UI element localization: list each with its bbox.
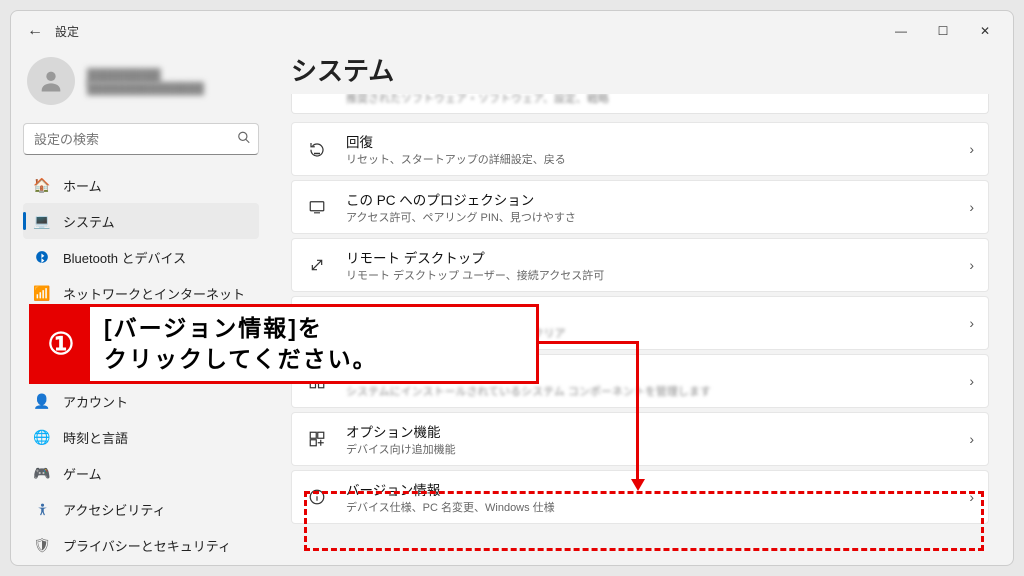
nav-icon: 💻: [33, 213, 51, 230]
row-title: バージョン情報: [346, 479, 555, 499]
settings-window: ← 設定 ― ☐ ✕ ████████ ███████████████: [10, 10, 1014, 566]
nav-label: ゲーム: [63, 464, 102, 483]
sidebar-item-10[interactable]: 🛡 プライバシーとセキュリティ: [23, 527, 259, 563]
chevron-right-icon: ›: [969, 141, 974, 157]
annotation-number: ①: [32, 307, 90, 381]
setting-row-optional[interactable]: オプション機能デバイス向け追加機能 ›: [291, 412, 989, 466]
nav-label: プライバシーとセキュリティ: [63, 536, 231, 555]
row-title: オプション機能: [346, 421, 456, 441]
window-controls: ― ☐ ✕: [881, 15, 1005, 47]
nav-label: ホーム: [63, 176, 102, 195]
chevron-right-icon: ›: [969, 315, 974, 331]
annotation-text: [バージョン情報]を クリックしてください。: [90, 307, 392, 381]
nav-label: Bluetooth とデバイス: [63, 248, 186, 267]
nav-icon: 🎮: [33, 465, 51, 482]
sidebar-item-6[interactable]: 👤 アカウント: [23, 383, 259, 419]
nav-icon: 👤: [33, 393, 51, 410]
nav-label: システム: [63, 212, 115, 231]
setting-row-cast[interactable]: この PC へのプロジェクションアクセス許可、ペアリング PIN、見つけやすさ ›: [291, 180, 989, 234]
nav-label: 時刻と言語: [63, 428, 128, 447]
nav-label: アカウント: [63, 392, 128, 411]
sidebar-item-1[interactable]: 💻 システム: [23, 203, 259, 239]
row-desc: アクセス許可、ペアリング PIN、見つけやすさ: [346, 209, 576, 225]
maximize-button[interactable]: ☐: [923, 15, 963, 47]
profile-email: ███████████████: [87, 83, 204, 95]
info-icon: [306, 488, 328, 506]
partial-desc: 推奨されたソフトウェア・ソフトウェア、設定、戦略: [346, 94, 609, 106]
sidebar-item-9[interactable]: アクセシビリティ: [23, 491, 259, 527]
profile-text: ████████ ███████████████: [87, 68, 204, 95]
close-button[interactable]: ✕: [965, 15, 1005, 47]
annotation-callout: ① [バージョン情報]を クリックしてください。: [29, 304, 539, 384]
nav-label: ネットワークとインターネット: [63, 284, 245, 303]
profile-block[interactable]: ████████ ███████████████: [23, 51, 259, 123]
search-wrap: [23, 123, 259, 155]
row-desc: システムにインストールされているシステム コンポーネントを管理します: [346, 383, 711, 399]
chevron-right-icon: ›: [969, 489, 974, 505]
page-title: システム: [291, 51, 989, 88]
sidebar-item-7[interactable]: 🌐 時刻と言語: [23, 419, 259, 455]
row-title: この PC へのプロジェクション: [346, 189, 576, 209]
nav-icon: 🏠: [33, 177, 51, 194]
optional-icon: [306, 430, 328, 448]
nav-icon: [33, 250, 51, 264]
row-title: リモート デスクトップ: [346, 247, 604, 267]
chevron-right-icon: ›: [969, 199, 974, 215]
nav-icon: 📶: [33, 285, 51, 302]
sidebar-item-8[interactable]: 🎮 ゲーム: [23, 455, 259, 491]
nav-icon: 🌐: [33, 429, 51, 446]
search-input[interactable]: [23, 123, 259, 155]
minimize-button[interactable]: ―: [881, 15, 921, 47]
sidebar-item-11[interactable]: 🔄Windows Update: [23, 563, 259, 565]
setting-row-recovery[interactable]: 回復リセット、スタートアップの詳細設定、戻る ›: [291, 122, 989, 176]
cast-icon: [306, 198, 328, 216]
nav-label: アクセシビリティ: [63, 500, 166, 519]
remote-icon: [306, 257, 328, 273]
row-title: 回復: [346, 131, 566, 151]
app-title: 設定: [55, 23, 79, 40]
sidebar-item-0[interactable]: 🏠 ホーム: [23, 167, 259, 203]
row-desc: リモート デスクトップ ユーザー、接続アクセス許可: [346, 267, 604, 283]
sidebar-item-2[interactable]: Bluetooth とデバイス: [23, 239, 259, 275]
recovery-icon: [306, 140, 328, 158]
avatar: [27, 57, 75, 105]
row-desc: リセット、スタートアップの詳細設定、戻る: [346, 151, 566, 167]
search-icon: [237, 131, 251, 148]
titlebar: ← 設定 ― ☐ ✕: [11, 11, 1013, 51]
nav-icon: [33, 502, 51, 517]
partial-previous-row[interactable]: 推奨されたソフトウェア・ソフトウェア、設定、戦略: [291, 94, 989, 114]
back-button[interactable]: ←: [19, 15, 51, 47]
nav-icon: 🛡: [33, 537, 51, 554]
profile-name: ████████: [87, 68, 204, 83]
chevron-right-icon: ›: [969, 373, 974, 389]
chevron-right-icon: ›: [969, 257, 974, 273]
chevron-right-icon: ›: [969, 431, 974, 447]
setting-row-remote[interactable]: リモート デスクトップリモート デスクトップ ユーザー、接続アクセス許可 ›: [291, 238, 989, 292]
setting-row-info[interactable]: バージョン情報デバイス仕様、PC 名変更、Windows 仕様 ›: [291, 470, 989, 524]
row-desc: デバイス仕様、PC 名変更、Windows 仕様: [346, 499, 555, 515]
row-desc: デバイス向け追加機能: [346, 441, 456, 457]
